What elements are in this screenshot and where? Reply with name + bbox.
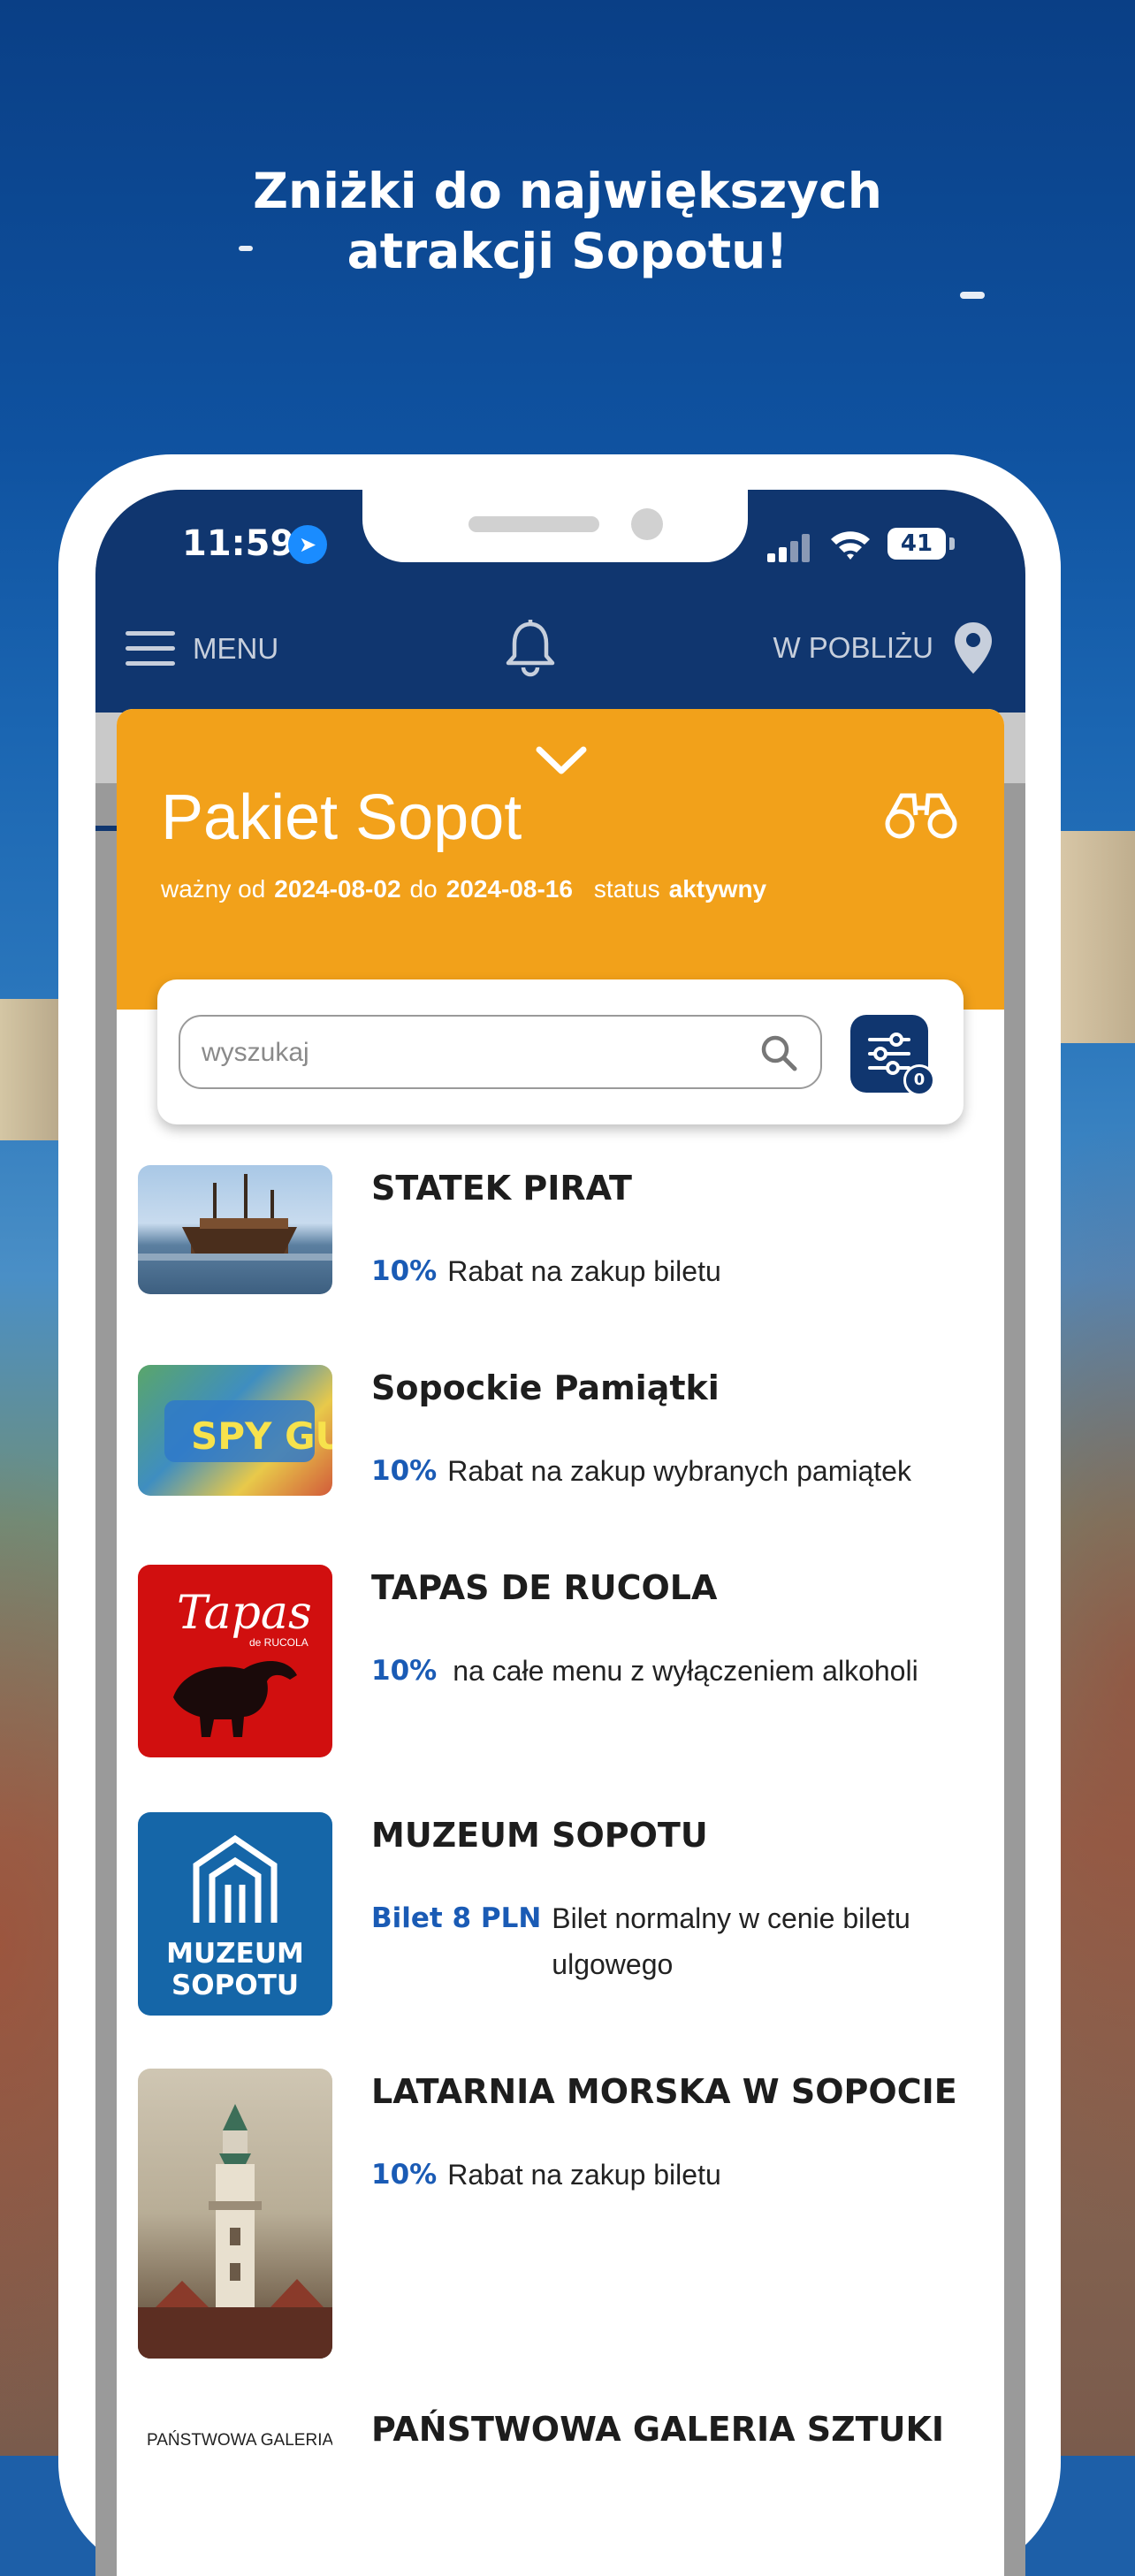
item-discount: 10% bbox=[371, 2159, 438, 2191]
list-item[interactable]: SPY GUY Sopockie Pamiątki 10% Rabat na z… bbox=[138, 1365, 986, 1498]
galeria-logo-text: PAŃSTWOWA GALERIA SZTUKI bbox=[147, 2431, 332, 2450]
status-label: status bbox=[593, 875, 660, 903]
list-item[interactable]: STATEK PIRAT 10% Rabat na zakup biletu bbox=[138, 1165, 986, 1298]
item-desc-text: na całe menu z wyłączeniem alkoholi bbox=[453, 1655, 918, 1687]
phone-notch bbox=[362, 490, 748, 562]
item-description: 10% Rabat na zakup wybranych pamiątek bbox=[371, 1448, 972, 1494]
binoculars-icon[interactable] bbox=[884, 789, 958, 840]
background-beach bbox=[0, 999, 62, 1140]
search-box[interactable] bbox=[179, 1015, 822, 1089]
muzeum-logo-line-2: SOPOTU bbox=[171, 1970, 299, 2001]
valid-from-date: 2024-08-02 bbox=[274, 875, 401, 903]
souvenir-logo-text: SPY GUY bbox=[191, 1414, 332, 1458]
item-title: PAŃSTWOWA GALERIA SZTUKI bbox=[371, 2410, 945, 2449]
galeria-logo-thumbnail: PAŃSTWOWA GALERIA SZTUKI bbox=[138, 2406, 332, 2512]
background-beach bbox=[1056, 831, 1135, 1043]
item-title: STATEK PIRAT bbox=[371, 1169, 632, 1208]
lighthouse-thumbnail bbox=[138, 2069, 332, 2359]
pirate-ship-thumbnail bbox=[138, 1165, 332, 1294]
menu-button[interactable]: MENU bbox=[126, 622, 278, 675]
package-sheet: Pakiet Sopot ważny od 2024-08-02 do 2024-08… bbox=[117, 709, 1004, 2576]
battery-tip bbox=[949, 537, 955, 550]
package-validity: ważny od 2024-08-02 do 2024-08-16 status akty… bbox=[161, 875, 766, 903]
item-discount: Bilet 8 PLN bbox=[371, 1902, 542, 1934]
valid-from-label: ważny od bbox=[161, 875, 266, 903]
souvenir-game-thumbnail: SPY GUY bbox=[138, 1365, 332, 1496]
promo-headline: Zniżki do największych atrakcji Sopotu! bbox=[0, 161, 1135, 281]
status-time: 11:59 bbox=[182, 523, 295, 564]
background-tab-indicator bbox=[95, 826, 117, 831]
item-description: 10% Rabat na zakup biletu bbox=[371, 1248, 972, 1294]
front-camera bbox=[631, 508, 663, 540]
list-item[interactable]: Tapas de RUCOLA TAPAS DE RUCOLA 10% na c… bbox=[138, 1565, 986, 1759]
item-title: LATARNIA MORSKA W SOPOCIE bbox=[371, 2072, 957, 2111]
package-title: Pakiet Sopot bbox=[161, 782, 522, 853]
item-discount: 10% bbox=[371, 1655, 438, 1687]
valid-to-label: do bbox=[409, 875, 438, 903]
bell-icon[interactable] bbox=[504, 619, 557, 677]
phone-screen: 11:59 ➤ 41 MENU W POBLIŻU Pakiet Sopot w… bbox=[95, 490, 1025, 2576]
search-input[interactable] bbox=[200, 1029, 751, 1077]
item-desc-text: Rabat na zakup biletu bbox=[447, 2159, 721, 2191]
list-item[interactable]: PAŃSTWOWA GALERIA SZTUKI PAŃSTWOWA GALER… bbox=[138, 2406, 986, 2512]
item-title: MUZEUM SOPOTU bbox=[371, 1816, 708, 1855]
package-header: Pakiet Sopot ważny od 2024-08-02 do 2024-08… bbox=[117, 709, 1004, 1010]
tapas-logo-subtext: de RUCOLA bbox=[249, 1636, 309, 1649]
list-item[interactable]: MUZEUM SOPOTU MUZEUM SOPOTU Bilet 8 PLN … bbox=[138, 1812, 986, 2024]
status-value: aktywny bbox=[668, 875, 767, 903]
app-bar: MENU W POBLIŻU bbox=[95, 587, 1025, 713]
item-description: 10% Rabat na zakup biletu bbox=[371, 2152, 972, 2198]
search-icon[interactable] bbox=[760, 1034, 797, 1071]
item-desc-text: Bilet normalny w cenie biletu ulgowego bbox=[552, 1902, 910, 1980]
wifi-icon bbox=[831, 531, 870, 560]
nearby-button[interactable]: W POBLIŻU bbox=[773, 617, 994, 679]
speaker-grille bbox=[468, 516, 599, 532]
nearby-label: W POBLIŻU bbox=[773, 631, 933, 664]
item-discount: 10% bbox=[371, 1455, 438, 1487]
hamburger-icon bbox=[126, 631, 175, 667]
headline-line-1: Zniżki do największych bbox=[253, 163, 882, 219]
chevron-down-icon[interactable] bbox=[536, 746, 587, 776]
item-title: TAPAS DE RUCOLA bbox=[371, 1568, 718, 1607]
headline-line-2: atrakcji Sopotu! bbox=[347, 223, 788, 279]
item-description: 10% na całe menu z wyłączeniem alkoholi bbox=[371, 1648, 972, 1694]
valid-to-date: 2024-08-16 bbox=[446, 875, 573, 903]
item-description: Bilet 8 PLN Bilet normalny w cenie bilet… bbox=[371, 1895, 972, 1987]
item-discount: 10% bbox=[371, 1255, 438, 1287]
tapas-logo-thumbnail: Tapas de RUCOLA bbox=[138, 1565, 332, 1757]
filter-button[interactable]: 0 bbox=[850, 1015, 935, 1096]
search-card: 0 bbox=[157, 979, 964, 1124]
menu-label: MENU bbox=[193, 632, 279, 665]
item-desc-text: Rabat na zakup wybranych pamiątek bbox=[447, 1455, 911, 1487]
tapas-logo-text: Tapas bbox=[177, 1587, 312, 1640]
filter-count-badge: 0 bbox=[903, 1064, 935, 1096]
map-pin-icon bbox=[955, 622, 992, 674]
item-title: Sopockie Pamiątki bbox=[371, 1368, 720, 1407]
background-boat bbox=[960, 292, 985, 299]
muzeum-logo-thumbnail: MUZEUM SOPOTU bbox=[138, 1812, 332, 2016]
list-item[interactable]: LATARNIA MORSKA W SOPOCIE 10% Rabat na z… bbox=[138, 2069, 986, 2360]
status-bar: 11:59 ➤ 41 bbox=[95, 490, 1025, 587]
muzeum-logo-line-1: MUZEUM bbox=[166, 1938, 304, 1970]
item-desc-text: Rabat na zakup biletu bbox=[447, 1255, 721, 1287]
cellular-signal-icon bbox=[767, 534, 810, 562]
location-arrow-icon: ➤ bbox=[288, 525, 327, 564]
battery-indicator: 41 bbox=[887, 528, 946, 560]
